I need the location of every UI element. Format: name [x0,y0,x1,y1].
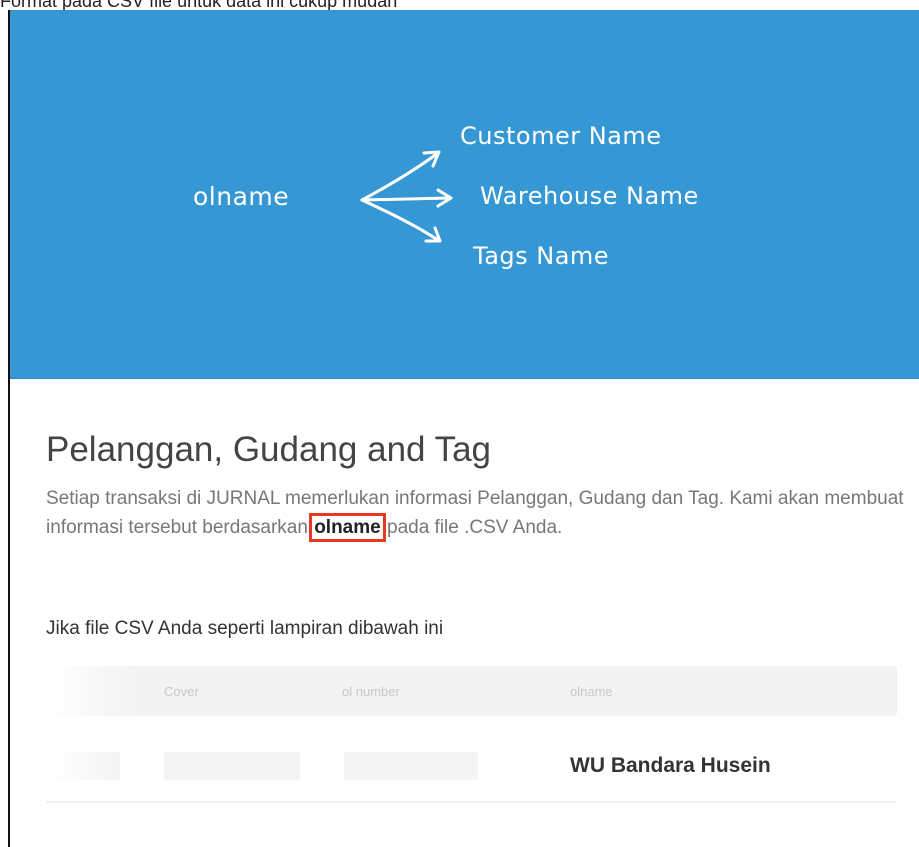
hero-banner: olname Customer Name Warehouse Name Tags… [10,10,919,379]
branch-arrows-icon [360,150,453,243]
table-header: Cover ol number olname [46,666,897,716]
description-text-after: pada file .CSV Anda. [381,517,563,538]
cell-olname: WU Bandara Husein [570,754,771,777]
olname-keyword-highlight: olname [309,513,386,542]
section-description: Setiap transaksi di JURNAL memerlukan in… [46,484,906,542]
blurred-cell-cover [164,752,300,780]
column-header-ol-number: ol number [342,684,400,699]
page: Format pada CSV file untuk data ini cuku… [0,0,919,847]
section-title: Pelanggan, Gudang and Tag [46,430,492,469]
blurred-cell-ol-number [344,752,478,780]
section-subheading: Jika file CSV Anda seperti lampiran diba… [46,618,444,639]
column-header-olname: olname [570,684,613,699]
hero-target-tags: Tags Name [473,242,610,270]
hero-target-customer: Customer Name [460,122,662,150]
table-row: WU Bandara Husein [46,716,897,803]
blurred-cell [46,752,120,780]
top-clipped-text: Format pada CSV file untuk data ini cuku… [0,0,919,11]
hero-target-warehouse: Warehouse Name [480,182,699,210]
column-header-cover: Cover [164,684,199,699]
info-card: olname Customer Name Warehouse Name Tags… [8,10,919,847]
